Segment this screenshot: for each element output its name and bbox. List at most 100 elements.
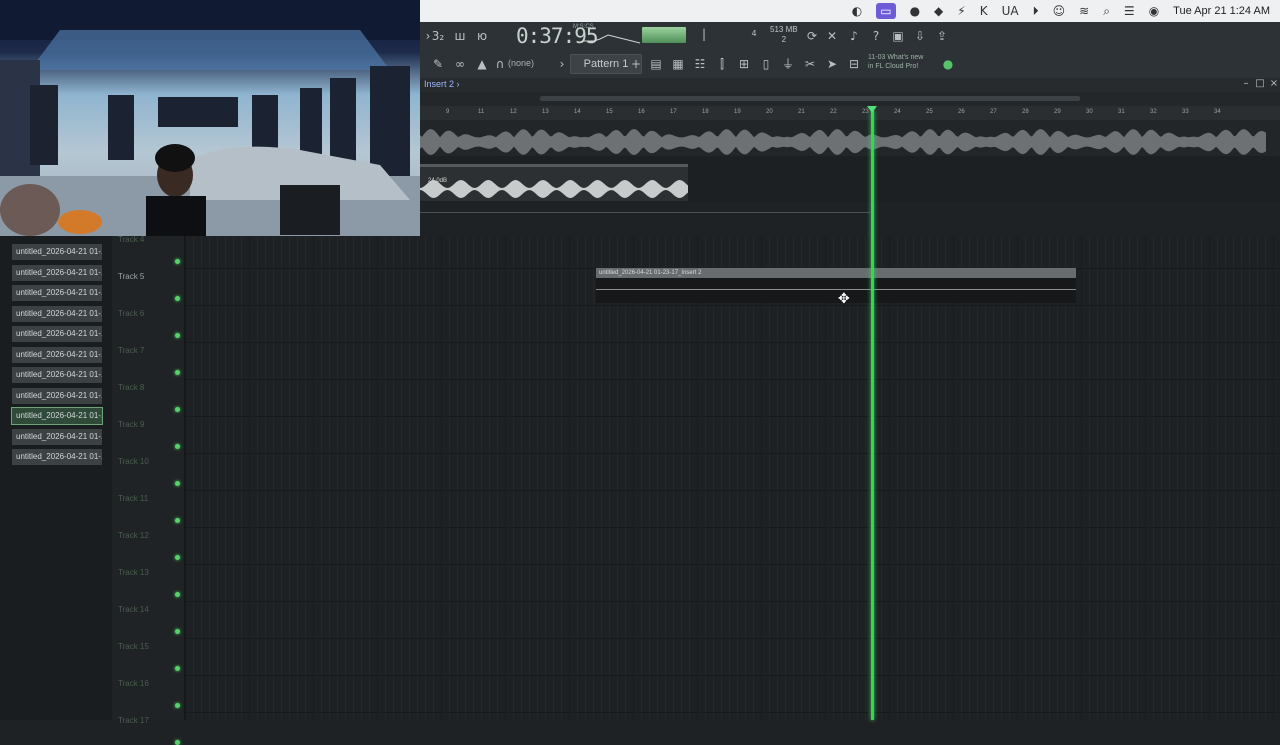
audio-lane-1[interactable] bbox=[420, 120, 1280, 156]
mic-icon[interactable]: ♪ bbox=[846, 28, 862, 44]
track-active-led[interactable] bbox=[175, 740, 180, 745]
user-icon[interactable]: ☺ bbox=[1053, 0, 1066, 22]
menu-clock[interactable]: Tue Apr 21 1:24 AM bbox=[1173, 5, 1270, 17]
track-name[interactable]: Track 7 bbox=[118, 346, 144, 355]
plugin-icon[interactable]: ⏚ bbox=[780, 56, 796, 72]
track-name[interactable]: Track 13 bbox=[118, 568, 149, 577]
playlist-grid[interactable]: untitled_2026-04-21 01-23-17_Insert 2 ✥ bbox=[185, 236, 1280, 720]
audio-clip-insert-2[interactable]: untitled_2026-04-21 01-23-17_Insert 2 bbox=[596, 268, 1076, 303]
link-icon[interactable]: ∞ bbox=[452, 56, 468, 72]
track-active-led[interactable] bbox=[175, 296, 180, 301]
ua-text[interactable]: UA bbox=[1002, 0, 1019, 22]
snap-icon[interactable]: ∩ bbox=[492, 56, 508, 72]
track-active-led[interactable] bbox=[175, 703, 180, 708]
help-icon[interactable]: ? bbox=[868, 28, 884, 44]
online-icon[interactable]: ● bbox=[940, 56, 956, 72]
track-active-led[interactable] bbox=[175, 370, 180, 375]
track-name[interactable]: Track 17 bbox=[118, 716, 149, 725]
snap-selector[interactable]: (none) bbox=[508, 58, 534, 68]
ilok-icon[interactable]: ◆ bbox=[934, 0, 943, 22]
track-name[interactable]: Track 10 bbox=[118, 457, 149, 466]
download-icon[interactable]: ⇩ bbox=[912, 28, 928, 44]
audio-lane-2[interactable]: 24.0dB bbox=[420, 156, 1280, 202]
store-icon[interactable]: ⊟ bbox=[846, 56, 862, 72]
oscilloscope bbox=[582, 34, 640, 44]
pattern-add-icon[interactable]: + bbox=[628, 56, 644, 72]
playhead-marker[interactable] bbox=[867, 106, 877, 113]
browser-file-item[interactable]: untitled_2026-04-21 01-... bbox=[12, 326, 102, 342]
track-name[interactable]: Track 6 bbox=[118, 309, 144, 318]
search-icon[interactable]: ⌕ bbox=[1103, 0, 1110, 22]
track-active-led[interactable] bbox=[175, 333, 180, 338]
ac-icon[interactable]: ◐ bbox=[852, 0, 862, 22]
news-panel[interactable]: 11-03 What's new in FL Cloud Pro! bbox=[868, 53, 923, 71]
project-picker-icon[interactable]: ▯ bbox=[758, 56, 774, 72]
audio-lane-3[interactable] bbox=[420, 202, 1280, 236]
send-icon[interactable]: ➤ bbox=[824, 56, 840, 72]
horizontal-scrollbar[interactable] bbox=[420, 92, 1280, 106]
track-active-led[interactable] bbox=[175, 555, 180, 560]
playlist-icon[interactable]: ▤ bbox=[648, 56, 664, 72]
browser-file-item[interactable]: untitled_2026-04-21 01-... bbox=[12, 428, 102, 445]
export-icon[interactable]: ⇪ bbox=[934, 28, 950, 44]
scroll-thumb[interactable] bbox=[540, 96, 1080, 101]
track-name[interactable]: Track 8 bbox=[118, 383, 144, 392]
track-name[interactable]: Track 12 bbox=[118, 531, 149, 540]
browser-file-item[interactable]: untitled_2026-04-21 01-... bbox=[12, 449, 102, 465]
track-active-led[interactable] bbox=[175, 666, 180, 671]
metronome-icon[interactable]: ▲ bbox=[474, 56, 490, 72]
wait-input-icon[interactable]: ю bbox=[474, 28, 490, 44]
browser-file-item[interactable]: untitled_2026-04-21 01-... bbox=[11, 407, 103, 425]
track-name[interactable]: Track 4 bbox=[118, 235, 144, 244]
play-circle-icon[interactable]: ⏵ bbox=[1033, 0, 1039, 22]
mixer-icon[interactable]: ⫿ bbox=[714, 56, 730, 72]
track-name[interactable]: Track 9 bbox=[118, 420, 144, 429]
track-active-led[interactable] bbox=[175, 444, 180, 449]
channel-rack-icon[interactable]: ☷ bbox=[692, 56, 708, 72]
track-active-led[interactable] bbox=[175, 259, 180, 264]
wifi-icon[interactable]: ≋ bbox=[1079, 0, 1089, 22]
track-name[interactable]: Track 14 bbox=[118, 605, 149, 614]
master-pitch-icon[interactable]: | bbox=[696, 26, 712, 42]
pattern-prev-icon[interactable]: › bbox=[554, 56, 570, 72]
control-center-icon[interactable]: ☰ bbox=[1124, 0, 1135, 22]
track-active-led[interactable] bbox=[175, 592, 180, 597]
siri-icon[interactable]: ◉ bbox=[1149, 0, 1159, 22]
browser-file-item[interactable]: untitled_2026-04-21 01-... bbox=[12, 244, 102, 260]
reload-icon[interactable]: ⟳ bbox=[804, 28, 820, 44]
screen-record-icon[interactable]: ▭ bbox=[876, 3, 896, 19]
browser-file-item[interactable]: untitled_2026-04-21 01-... bbox=[12, 285, 102, 301]
breadcrumb[interactable]: Insert 2 › bbox=[424, 79, 460, 89]
close-icon[interactable]: × bbox=[1266, 76, 1280, 92]
lightning-icon[interactable]: ⚡ bbox=[957, 0, 965, 22]
browser-icon[interactable]: ⊞ bbox=[736, 56, 752, 72]
browser-file-item[interactable]: untitled_2026-04-21 01-... bbox=[12, 305, 102, 322]
audio-clip[interactable]: 24.0dB bbox=[420, 164, 688, 201]
playhead[interactable] bbox=[871, 110, 874, 720]
track-name[interactable]: Track 16 bbox=[118, 679, 149, 688]
timeline-ruler[interactable]: 9 11 12 13 14 15 16 17 18 19 20 21 22 23 24 25 26 27 28 29 3… bbox=[420, 106, 1280, 121]
track-name[interactable]: Track 11 bbox=[118, 494, 148, 503]
track-active-led[interactable] bbox=[175, 629, 180, 634]
track-active-led[interactable] bbox=[175, 407, 180, 412]
browser-file-item[interactable]: untitled_2026-04-21 01-... bbox=[12, 367, 102, 383]
touch-controller-icon[interactable]: ✂ bbox=[802, 56, 818, 72]
track-name[interactable]: Track 5 bbox=[118, 272, 144, 281]
kontakt-icon[interactable]: K bbox=[980, 0, 988, 22]
track-active-led[interactable] bbox=[175, 481, 180, 486]
save-icon[interactable]: ▣ bbox=[890, 28, 906, 44]
typing-keyboard-icon[interactable]: ш bbox=[452, 28, 468, 44]
tools-icon[interactable]: ✕ bbox=[824, 28, 840, 44]
channel-number: 4 bbox=[751, 29, 757, 38]
ua-logo-icon[interactable]: ● bbox=[910, 0, 920, 22]
browser-file-item[interactable]: untitled_2026-04-21 01-... bbox=[12, 346, 102, 363]
step-icon[interactable]: 3₂ bbox=[430, 28, 446, 44]
pencil-icon[interactable]: ✎ bbox=[430, 56, 446, 72]
piano-roll-icon[interactable]: ▦ bbox=[670, 56, 686, 72]
browser-file-item[interactable]: untitled_2026-04-21 01-... bbox=[12, 387, 102, 404]
browser-file-item[interactable]: untitled_2026-04-21 01-... bbox=[12, 264, 102, 281]
track-name[interactable]: Track 15 bbox=[118, 642, 149, 651]
playlist-header: Insert 2 › – □ × bbox=[420, 78, 1280, 92]
bar-number: 15 bbox=[606, 109, 613, 115]
track-active-led[interactable] bbox=[175, 518, 180, 523]
